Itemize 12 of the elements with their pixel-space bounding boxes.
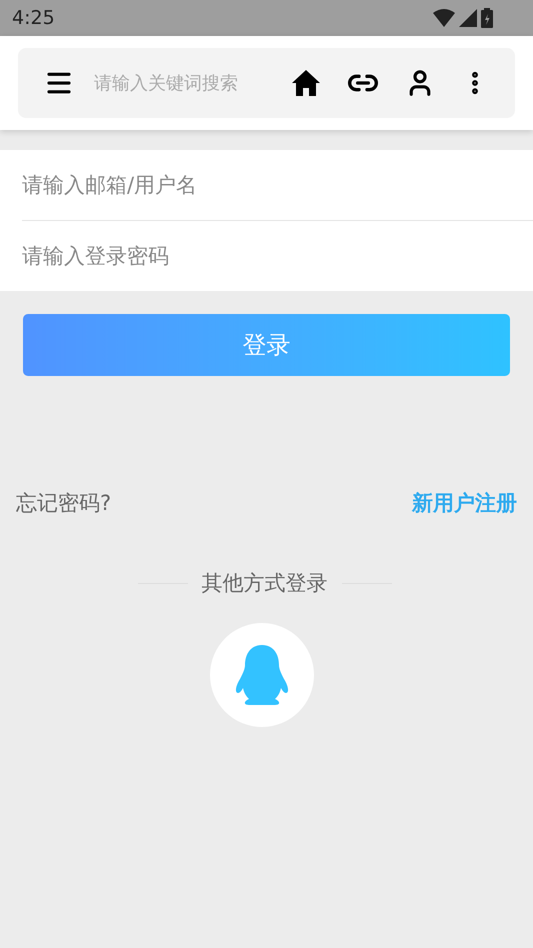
signal-icon: [459, 9, 477, 27]
search-field[interactable]: 请输入关键词搜索: [94, 70, 266, 96]
input-field[interactable]: 请输入邮箱/用户名: [0, 150, 533, 220]
home-icon[interactable]: [291, 69, 321, 97]
wifi-icon: [433, 9, 455, 27]
status-time: 4:25: [12, 6, 55, 31]
battery-icon: [481, 8, 493, 28]
other-login-title: 其他方式登录: [202, 570, 328, 596]
login-button[interactable]: 登录: [23, 314, 510, 376]
register-link[interactable]: 新用户注册: [412, 488, 517, 520]
forgot-password-link[interactable]: 忘记密码?: [16, 488, 112, 520]
input-field[interactable]: 请输入登录密码: [0, 221, 533, 291]
